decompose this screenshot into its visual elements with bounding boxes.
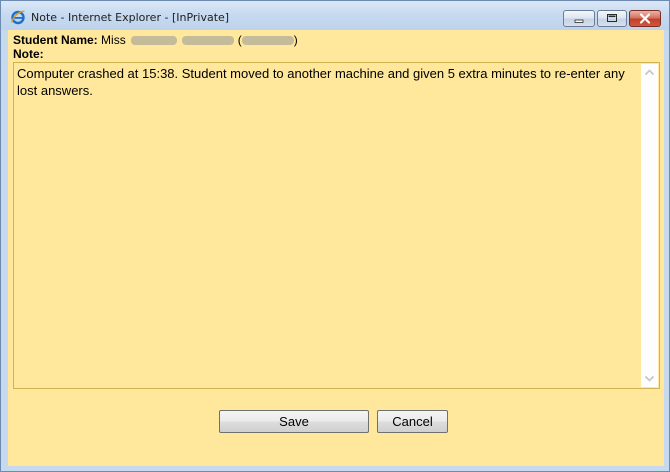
student-id-redacted xyxy=(241,36,294,45)
student-surname-redacted xyxy=(182,36,235,45)
student-name-redacted xyxy=(131,36,178,45)
note-textarea[interactable]: Computer crashed at 15:38. Student moved… xyxy=(13,62,660,389)
title-bar[interactable]: Note - Internet Explorer - [InPrivate] xyxy=(1,1,669,30)
scroll-down-arrow-icon[interactable] xyxy=(641,370,658,387)
maximize-button[interactable] xyxy=(597,10,627,27)
note-form: Student Name: Miss () Note: Computer cra… xyxy=(8,30,664,466)
note-text[interactable]: Computer crashed at 15:38. Student moved… xyxy=(17,65,637,99)
close-icon xyxy=(639,13,651,24)
minimize-icon xyxy=(574,19,584,23)
browser-popup-window: Note - Internet Explorer - [InPrivate] S… xyxy=(0,0,670,472)
note-label: Note: xyxy=(13,47,44,61)
internet-explorer-icon xyxy=(10,10,25,25)
scroll-up-arrow-icon[interactable] xyxy=(641,64,658,81)
close-button[interactable] xyxy=(629,10,661,27)
cancel-button[interactable]: Cancel xyxy=(377,410,448,433)
maximize-icon xyxy=(607,14,617,22)
student-title: Miss xyxy=(101,33,126,47)
window-title: Note - Internet Explorer - [InPrivate] xyxy=(31,11,230,24)
student-id-close-paren: ) xyxy=(293,33,298,47)
vertical-scrollbar[interactable] xyxy=(641,64,658,387)
save-button[interactable]: Save xyxy=(219,410,369,433)
minimize-button[interactable] xyxy=(563,10,595,27)
student-name-label: Student Name: xyxy=(13,33,98,47)
student-name-row: Student Name: Miss () xyxy=(13,33,298,47)
